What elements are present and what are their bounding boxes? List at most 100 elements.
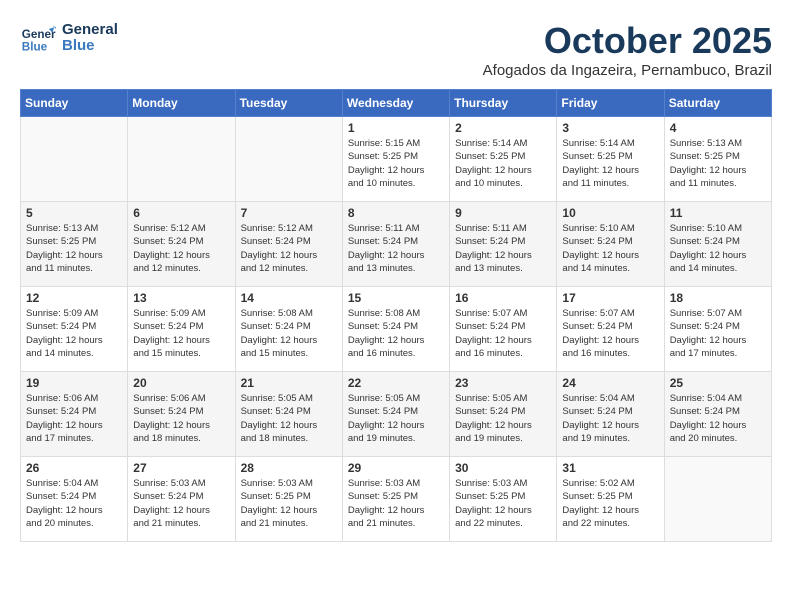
calendar-cell: 24Sunrise: 5:04 AM Sunset: 5:24 PM Dayli… <box>557 372 664 457</box>
cell-info: Sunrise: 5:03 AM Sunset: 5:25 PM Dayligh… <box>455 477 551 530</box>
title-block: October 2025 Afogados da Ingazeira, Pern… <box>483 20 772 79</box>
svg-text:Blue: Blue <box>22 41 48 54</box>
day-number: 26 <box>26 461 122 475</box>
day-number: 13 <box>133 291 229 305</box>
day-number: 5 <box>26 206 122 220</box>
calendar-cell: 22 Sunrise: 5:05 AM Sunset: 5:24 PM Dayli… <box>342 372 449 457</box>
cell-info: Sunrise: 5:06 AM Sunset: 5:24 PM Dayligh… <box>26 392 122 445</box>
week-row-3: 12 Sunrise: 5:09 AM Sunset: 5:24 PM Dayli… <box>21 287 772 372</box>
day-number: 20 <box>133 376 229 390</box>
cell-info: Sunrise: 5:12 AM Sunset: 5:24 PM Dayligh… <box>241 222 337 275</box>
day-number: 14 <box>241 291 337 305</box>
calendar-cell: 21 Sunrise: 5:05 AM Sunset: 5:24 PM Dayli… <box>235 372 342 457</box>
cell-info: Sunrise: 5:03 AM Sunset: 5:24 PM Dayligh… <box>133 477 229 530</box>
location-subtitle: Afogados da Ingazeira, Pernambuco, Brazi… <box>483 62 772 79</box>
cell-info: Sunrise: 5:02 AM Sunset: 5:25 PM Dayligh… <box>562 477 658 530</box>
week-row-2: 5Sunrise: 5:13 AM Sunset: 5:25 PM Daylig… <box>21 202 772 287</box>
calendar-cell: 4 Sunrise: 5:13 AM Sunset: 5:25 PM Daylig… <box>664 117 771 202</box>
calendar-cell: 8 Sunrise: 5:11 AM Sunset: 5:24 PM Daylig… <box>342 202 449 287</box>
calendar-cell: 10 Sunrise: 5:10 AM Sunset: 5:24 PM Dayli… <box>557 202 664 287</box>
calendar-cell: 3Sunrise: 5:14 AM Sunset: 5:25 PM Daylig… <box>557 117 664 202</box>
day-number: 19 <box>26 376 122 390</box>
calendar-cell: 5Sunrise: 5:13 AM Sunset: 5:25 PM Daylig… <box>21 202 128 287</box>
day-number: 8 <box>348 206 444 220</box>
calendar-table: SundayMondayTuesdayWednesdayThursdayFrid… <box>20 89 772 542</box>
calendar-cell: 23 Sunrise: 5:05 AM Sunset: 5:24 PM Dayli… <box>450 372 557 457</box>
day-number: 25 <box>670 376 766 390</box>
cell-info: Sunrise: 5:05 AM Sunset: 5:24 PM Dayligh… <box>348 392 444 445</box>
cell-info: Sunrise: 5:08 AM Sunset: 5:24 PM Dayligh… <box>241 307 337 360</box>
calendar-cell: 7 Sunrise: 5:12 AM Sunset: 5:24 PM Daylig… <box>235 202 342 287</box>
cell-info: Sunrise: 5:15 AM Sunset: 5:25 PM Dayligh… <box>348 137 444 190</box>
calendar-header: SundayMondayTuesdayWednesdayThursdayFrid… <box>21 90 772 117</box>
col-header-tuesday: Tuesday <box>235 90 342 117</box>
day-number: 30 <box>455 461 551 475</box>
day-number: 10 <box>562 206 658 220</box>
day-number: 12 <box>26 291 122 305</box>
calendar-cell: 12 Sunrise: 5:09 AM Sunset: 5:24 PM Dayli… <box>21 287 128 372</box>
calendar-cell: 20Sunrise: 5:06 AM Sunset: 5:24 PM Dayli… <box>128 372 235 457</box>
cell-info: Sunrise: 5:05 AM Sunset: 5:24 PM Dayligh… <box>455 392 551 445</box>
calendar-cell: 31Sunrise: 5:02 AM Sunset: 5:25 PM Dayli… <box>557 457 664 542</box>
day-number: 22 <box>348 376 444 390</box>
cell-info: Sunrise: 5:12 AM Sunset: 5:24 PM Dayligh… <box>133 222 229 275</box>
calendar-cell: 16Sunrise: 5:07 AM Sunset: 5:24 PM Dayli… <box>450 287 557 372</box>
cell-info: Sunrise: 5:07 AM Sunset: 5:24 PM Dayligh… <box>670 307 766 360</box>
day-number: 7 <box>241 206 337 220</box>
day-number: 6 <box>133 206 229 220</box>
cell-info: Sunrise: 5:03 AM Sunset: 5:25 PM Dayligh… <box>241 477 337 530</box>
calendar-cell: 9Sunrise: 5:11 AM Sunset: 5:24 PM Daylig… <box>450 202 557 287</box>
cell-info: Sunrise: 5:03 AM Sunset: 5:25 PM Dayligh… <box>348 477 444 530</box>
month-title: October 2025 <box>483 20 772 62</box>
day-number: 21 <box>241 376 337 390</box>
day-number: 18 <box>670 291 766 305</box>
cell-info: Sunrise: 5:11 AM Sunset: 5:24 PM Dayligh… <box>455 222 551 275</box>
col-header-saturday: Saturday <box>664 90 771 117</box>
day-number: 17 <box>562 291 658 305</box>
day-number: 27 <box>133 461 229 475</box>
calendar-cell: 1 Sunrise: 5:15 AM Sunset: 5:25 PM Daylig… <box>342 117 449 202</box>
cell-info: Sunrise: 5:09 AM Sunset: 5:24 PM Dayligh… <box>26 307 122 360</box>
cell-info: Sunrise: 5:09 AM Sunset: 5:24 PM Dayligh… <box>133 307 229 360</box>
cell-info: Sunrise: 5:04 AM Sunset: 5:24 PM Dayligh… <box>562 392 658 445</box>
calendar-cell <box>128 117 235 202</box>
calendar-cell: 15 Sunrise: 5:08 AM Sunset: 5:24 PM Dayli… <box>342 287 449 372</box>
cell-info: Sunrise: 5:10 AM Sunset: 5:24 PM Dayligh… <box>670 222 766 275</box>
calendar-cell: 17Sunrise: 5:07 AM Sunset: 5:24 PM Dayli… <box>557 287 664 372</box>
cell-info: Sunrise: 5:04 AM Sunset: 5:24 PM Dayligh… <box>670 392 766 445</box>
day-number: 28 <box>241 461 337 475</box>
cell-info: Sunrise: 5:05 AM Sunset: 5:24 PM Dayligh… <box>241 392 337 445</box>
day-number: 23 <box>455 376 551 390</box>
page-header: General Blue General Blue October 2025 A… <box>20 20 772 79</box>
cell-info: Sunrise: 5:14 AM Sunset: 5:25 PM Dayligh… <box>562 137 658 190</box>
calendar-cell: 6 Sunrise: 5:12 AM Sunset: 5:24 PM Daylig… <box>128 202 235 287</box>
cell-info: Sunrise: 5:10 AM Sunset: 5:24 PM Dayligh… <box>562 222 658 275</box>
week-row-5: 26Sunrise: 5:04 AM Sunset: 5:24 PM Dayli… <box>21 457 772 542</box>
cell-info: Sunrise: 5:08 AM Sunset: 5:24 PM Dayligh… <box>348 307 444 360</box>
week-row-4: 19 Sunrise: 5:06 AM Sunset: 5:24 PM Dayli… <box>21 372 772 457</box>
logo: General Blue General Blue <box>20 20 118 56</box>
day-number: 15 <box>348 291 444 305</box>
calendar-cell <box>21 117 128 202</box>
cell-info: Sunrise: 5:14 AM Sunset: 5:25 PM Dayligh… <box>455 137 551 190</box>
week-row-1: 1 Sunrise: 5:15 AM Sunset: 5:25 PM Daylig… <box>21 117 772 202</box>
calendar-cell: 19 Sunrise: 5:06 AM Sunset: 5:24 PM Dayli… <box>21 372 128 457</box>
logo-line2: Blue <box>62 38 118 55</box>
calendar-cell: 27 Sunrise: 5:03 AM Sunset: 5:24 PM Dayli… <box>128 457 235 542</box>
day-number: 1 <box>348 121 444 135</box>
calendar-cell <box>664 457 771 542</box>
cell-info: Sunrise: 5:13 AM Sunset: 5:25 PM Dayligh… <box>670 137 766 190</box>
calendar-cell: 30 Sunrise: 5:03 AM Sunset: 5:25 PM Dayli… <box>450 457 557 542</box>
logo-icon: General Blue <box>20 20 56 56</box>
calendar-cell: 11Sunrise: 5:10 AM Sunset: 5:24 PM Dayli… <box>664 202 771 287</box>
calendar-cell: 29Sunrise: 5:03 AM Sunset: 5:25 PM Dayli… <box>342 457 449 542</box>
col-header-sunday: Sunday <box>21 90 128 117</box>
day-number: 4 <box>670 121 766 135</box>
calendar-cell: 13 Sunrise: 5:09 AM Sunset: 5:24 PM Dayli… <box>128 287 235 372</box>
calendar-cell: 18 Sunrise: 5:07 AM Sunset: 5:24 PM Dayli… <box>664 287 771 372</box>
day-number: 16 <box>455 291 551 305</box>
calendar-cell <box>235 117 342 202</box>
cell-info: Sunrise: 5:11 AM Sunset: 5:24 PM Dayligh… <box>348 222 444 275</box>
calendar-cell: 28 Sunrise: 5:03 AM Sunset: 5:25 PM Dayli… <box>235 457 342 542</box>
calendar-cell: 25 Sunrise: 5:04 AM Sunset: 5:24 PM Dayli… <box>664 372 771 457</box>
